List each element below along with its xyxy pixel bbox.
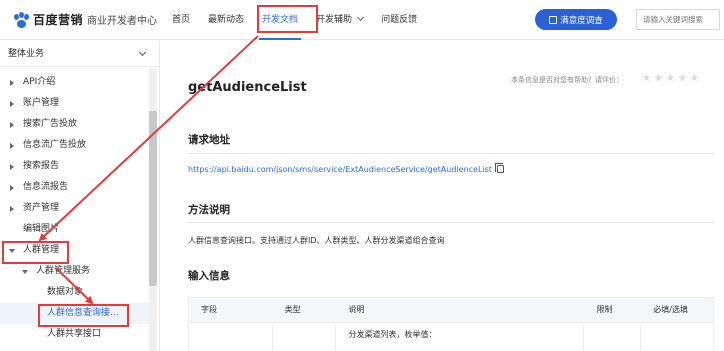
chevron-down-icon (138, 48, 147, 57)
baidu-paw-icon (14, 11, 30, 28)
sidebar-item-account[interactable]: 账户管理 (0, 93, 149, 114)
sidebar-business-select[interactable]: 整体业务 (0, 41, 159, 67)
nav-news[interactable]: 最新动态 (199, 0, 253, 40)
sidebar-item-data-objects[interactable]: 数据对象 (0, 282, 149, 303)
caret-right-icon (10, 122, 14, 128)
sidebar-item-label: 数据对象 (47, 287, 84, 297)
logo[interactable]: 百度营销 商业开发者中心 (14, 11, 157, 28)
request-url-text: https://api.baidu.com/json/sms/service/E… (188, 165, 492, 174)
caret-right-icon (10, 164, 14, 170)
cell-required (641, 323, 713, 351)
chevron-down-icon (357, 13, 365, 22)
caret-right-icon (10, 80, 14, 86)
sidebar-item-label: 编辑图片 (23, 224, 60, 234)
annotation-box-audience-query (38, 304, 129, 327)
caret-right-icon (10, 185, 14, 191)
col-desc: 说明 (348, 305, 365, 314)
page-title: getAudienceList (188, 80, 307, 95)
sidebar-item-search-ads[interactable]: 搜索广告投放 (0, 114, 149, 135)
feedback-prompt: 本条信息是否对您有帮助？请评价： (511, 76, 623, 84)
sidebar-item-label: 账户管理 (23, 98, 60, 108)
col-limit: 限制 (596, 305, 613, 314)
survey-button[interactable]: 满意度调查 (535, 9, 617, 30)
request-url[interactable]: https://api.baidu.com/json/sms/service/E… (188, 163, 504, 174)
sidebar-item-label: 搜索报告 (23, 161, 60, 171)
sidebar-item-api-intro[interactable]: API介绍 (0, 72, 149, 93)
sidebar-item-label: 资产管理 (23, 203, 60, 213)
col-required: 必填/选填 (653, 305, 688, 314)
sidebar-item-feed-report[interactable]: 信息流报告 (0, 177, 149, 198)
divider (188, 153, 714, 154)
sidebar-item-edit-image[interactable]: 编辑图片 (0, 219, 149, 240)
section-title-input: 输入信息 (188, 270, 230, 282)
sidebar-item-label: 人群管理服务 (36, 266, 91, 276)
method-description: 人群信息查询接口。支持通过人群ID、人群类型、人群分发渠道组合查询 (188, 236, 445, 245)
caret-down-icon (22, 270, 28, 274)
caret-right-icon (10, 101, 14, 107)
sidebar-item-label: 信息流报告 (23, 182, 69, 192)
params-table-header: 字段 类型 说明 限制 必填/选填 (188, 297, 714, 323)
nav-dev-tools-label: 开发辅助 (316, 15, 353, 25)
sidebar-item-label: 信息流广告投放 (23, 140, 87, 150)
survey-icon (549, 15, 558, 24)
sidebar-title: 整体业务 (8, 49, 45, 59)
caret-right-icon (10, 143, 14, 149)
cell-field (189, 323, 273, 351)
cell-desc: 分发渠道列表，枚举值： (336, 323, 585, 351)
sidebar-item-feed-ads[interactable]: 信息流广告投放 (0, 135, 149, 156)
section-title-method: 方法说明 (188, 204, 230, 216)
rating-stars[interactable]: ★★★★★ (642, 73, 702, 84)
divider (188, 222, 714, 223)
survey-button-label: 满意度调查 (560, 15, 603, 26)
sidebar-item-assets[interactable]: 资产管理 (0, 198, 149, 219)
sidebar-item-audience-service[interactable]: 人群管理服务 (0, 261, 149, 282)
copy-icon[interactable] (494, 163, 504, 173)
sidebar-item-search-report[interactable]: 搜索报告 (0, 156, 149, 177)
col-field: 字段 (201, 305, 217, 314)
annotation-box-dev-docs (257, 5, 318, 33)
top-navbar: 百度营销 商业开发者中心 首页 最新动态 开发文档 开发辅助 问题反馈 满意度调… (0, 0, 724, 40)
cell-limit (584, 323, 642, 351)
logo-text: 百度营销 (33, 13, 84, 27)
annotation-box-audience (2, 241, 69, 264)
logo-subtitle: 商业开发者中心 (87, 16, 158, 27)
sidebar-item-audience-share[interactable]: 人群共享接口 (0, 324, 149, 345)
caret-right-icon (10, 206, 14, 212)
sidebar-scrollbar-thumb[interactable] (149, 111, 157, 286)
doc-content: getAudienceList 本条信息是否对您有帮助？请评价： ★★★★★ 请… (170, 52, 724, 351)
sidebar-item-label: 搜索广告投放 (23, 119, 78, 129)
table-row: 分发渠道列表，枚举值： (188, 323, 714, 351)
nav-home[interactable]: 首页 (163, 0, 199, 40)
nav-feedback[interactable]: 问题反馈 (372, 0, 426, 40)
col-type: 类型 (284, 305, 301, 314)
section-title-request-url: 请求地址 (188, 134, 230, 146)
sidebar-item-label: 人群共享接口 (47, 329, 102, 339)
cell-type (273, 323, 337, 351)
sidebar-item-label: API介绍 (23, 77, 56, 87)
search-input[interactable] (636, 9, 720, 30)
